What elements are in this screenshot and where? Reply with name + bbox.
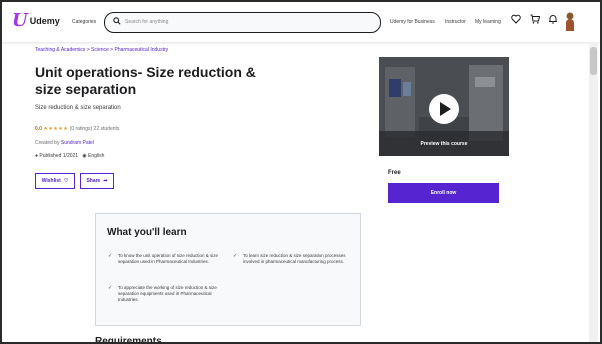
star-rating-icon: ★★★★★	[43, 126, 69, 132]
scrollbar-track[interactable]	[589, 42, 598, 342]
learn-item: ✓ To appreciate the working of size redu…	[108, 285, 217, 302]
enroll-now-button[interactable]: Enroll now	[388, 183, 499, 203]
wishlist-button[interactable]: Wishlist ♡	[35, 173, 75, 189]
what-youll-learn-box: What you'll learn ✓ To know the unit ope…	[95, 213, 361, 326]
learn-item: ✓ To know the unit operation of size red…	[108, 253, 219, 264]
requirements-heading: Requirements	[95, 336, 162, 344]
browser-frame: U Udemy Categories Search for anything U…	[0, 0, 602, 344]
course-title: Unit operations- Size reduction & size s…	[35, 64, 256, 97]
search-icon[interactable]	[113, 17, 121, 27]
top-navigation: U Udemy Categories Search for anything U…	[2, 2, 600, 42]
share-label: Share	[86, 178, 101, 184]
course-preview-video[interactable]: Preview this course	[379, 57, 509, 156]
globe-icon: ◉	[82, 153, 87, 159]
udemy-logo-icon: U	[12, 10, 28, 31]
wishlist-label: Wishlist	[41, 178, 61, 184]
created-by-label: Created by	[35, 140, 60, 146]
heart-icon[interactable]	[511, 14, 521, 27]
published-date: Published 1/2021	[39, 153, 79, 159]
check-icon: ✓	[108, 253, 113, 259]
alert-icon: ●	[35, 153, 39, 159]
course-price: Free	[388, 170, 401, 176]
instructor-link[interactable]: Instructor	[445, 19, 466, 25]
share-icon: ➦	[103, 178, 108, 184]
created-by-row: Created by Sundram Patel	[35, 140, 94, 146]
share-button[interactable]: Share ➦	[80, 173, 114, 189]
udemy-for-business-link[interactable]: Udemy for Business	[390, 19, 435, 25]
learn-item: ✓ To learn size reduction & size separat…	[233, 253, 346, 264]
scrollbar-thumb[interactable]	[590, 47, 597, 75]
breadcrumb[interactable]: Teaching & Academics > Science > Pharmac…	[35, 47, 168, 53]
course-subtitle: Size reduction & size separation	[35, 105, 121, 111]
check-icon: ✓	[233, 253, 238, 259]
search-bar[interactable]: Search for anything	[104, 12, 381, 33]
instructor-link[interactable]: Sundram Patel	[61, 140, 94, 146]
check-icon: ✓	[108, 285, 113, 291]
search-input[interactable]: Search for anything	[125, 19, 168, 25]
rating-count: (0 ratings) 22 students	[69, 126, 120, 132]
learn-heading: What you'll learn	[107, 227, 187, 238]
cart-icon[interactable]	[530, 14, 541, 27]
course-language: English	[88, 153, 105, 159]
bell-icon[interactable]	[548, 14, 558, 27]
logo-text: Udemy	[29, 16, 60, 26]
course-meta: ● Published 1/2021 ◉ English	[35, 153, 104, 159]
preview-label: Preview this course	[420, 141, 468, 147]
avatar[interactable]	[565, 11, 575, 31]
my-learning-link[interactable]: My learning	[475, 19, 501, 25]
categories-menu[interactable]: Categories	[72, 19, 96, 25]
udemy-logo[interactable]: U Udemy	[12, 10, 60, 31]
rating-value: 0.0	[35, 126, 42, 132]
play-icon[interactable]	[429, 94, 459, 124]
rating-row: 0.0 ★★★★★ (0 ratings) 22 students	[35, 126, 119, 132]
heart-icon: ♡	[63, 178, 69, 184]
